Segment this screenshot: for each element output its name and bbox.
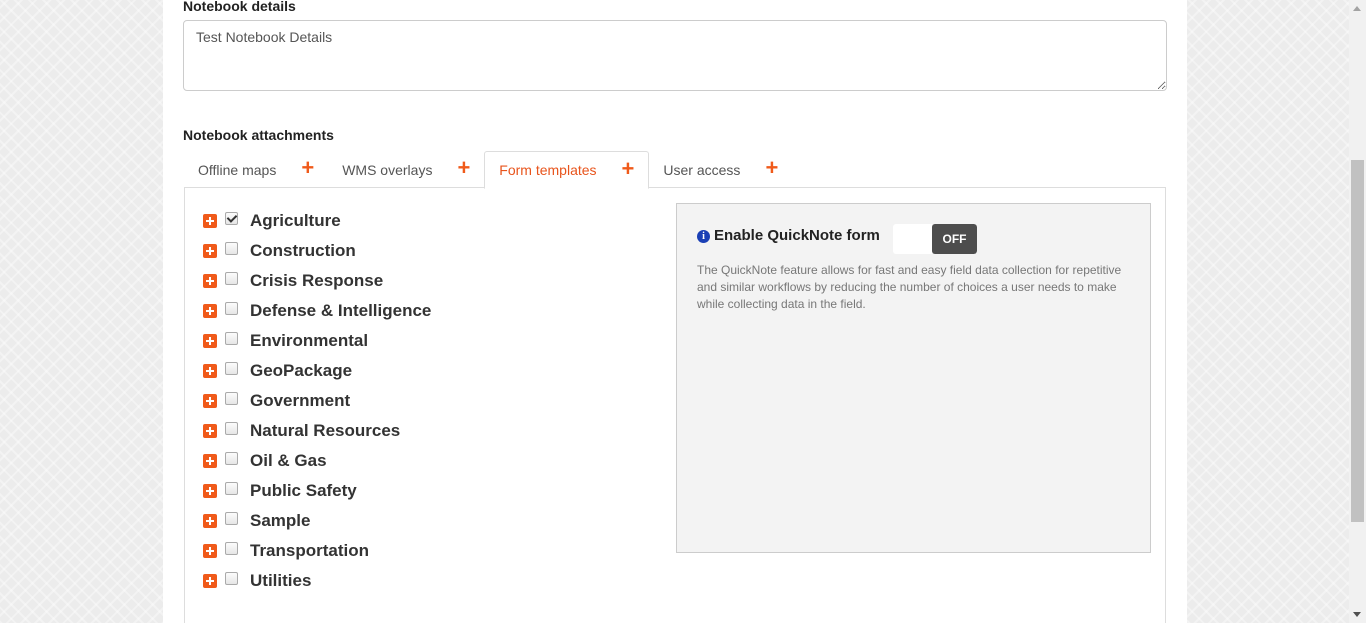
expand-plus-icon[interactable] xyxy=(203,274,217,288)
list-item: Agriculture xyxy=(203,206,431,236)
template-label: Natural Resources xyxy=(250,421,401,440)
tab-offline-maps[interactable]: Offline maps + xyxy=(184,151,328,188)
tab-offline-maps-label: Offline maps xyxy=(198,161,277,178)
list-item: Crisis Response xyxy=(203,266,431,296)
template-checkbox[interactable] xyxy=(225,332,238,345)
list-item: Defense & Intelligence xyxy=(203,296,431,326)
template-checkbox[interactable] xyxy=(225,362,238,375)
template-checkbox[interactable] xyxy=(225,542,238,555)
list-item: Sample xyxy=(203,506,431,536)
expand-plus-icon[interactable] xyxy=(203,364,217,378)
template-checkbox[interactable] xyxy=(225,212,238,225)
list-item: Utilities xyxy=(203,566,431,596)
template-label: Public Safety xyxy=(250,481,357,500)
template-label: Oil & Gas xyxy=(250,451,327,470)
quicknote-box: i Enable QuickNote form OFF The QuickNot… xyxy=(676,203,1151,553)
template-checkbox[interactable] xyxy=(225,422,238,435)
template-checkbox[interactable] xyxy=(225,392,238,405)
template-label: Environmental xyxy=(250,331,369,350)
add-offline-map-plus-icon[interactable]: + xyxy=(301,157,314,179)
tab-wms-overlays[interactable]: WMS overlays + xyxy=(328,151,484,188)
expand-plus-icon[interactable] xyxy=(203,574,217,588)
info-icon: i xyxy=(697,230,710,243)
main-content: Notebook details Test Notebook Details N… xyxy=(163,0,1187,623)
scroll-thumb[interactable] xyxy=(1351,160,1364,522)
expand-plus-icon[interactable] xyxy=(203,304,217,318)
scroll-up-arrow-icon[interactable] xyxy=(1353,6,1361,11)
template-label: Construction xyxy=(250,241,356,260)
expand-plus-icon[interactable] xyxy=(203,484,217,498)
template-label: Defense & Intelligence xyxy=(250,301,432,320)
template-label: Sample xyxy=(250,511,311,530)
list-item: Construction xyxy=(203,236,431,266)
template-label: Transportation xyxy=(250,541,370,560)
template-checkbox[interactable] xyxy=(225,572,238,585)
expand-plus-icon[interactable] xyxy=(203,454,217,468)
add-wms-overlay-plus-icon[interactable]: + xyxy=(457,157,470,179)
list-item: Transportation xyxy=(203,536,431,566)
list-item: Public Safety xyxy=(203,476,431,506)
expand-plus-icon[interactable] xyxy=(203,244,217,258)
page-scrollbar[interactable] xyxy=(1349,0,1366,623)
template-checkbox[interactable] xyxy=(225,452,238,465)
scroll-down-arrow-icon[interactable] xyxy=(1353,612,1361,617)
quicknote-description: The QuickNote feature allows for fast an… xyxy=(697,263,1122,311)
list-item: Government xyxy=(203,386,431,416)
template-checkbox[interactable] xyxy=(225,482,238,495)
add-form-template-plus-icon[interactable]: + xyxy=(622,157,635,180)
expand-plus-icon[interactable] xyxy=(203,514,217,528)
template-checkbox[interactable] xyxy=(225,242,238,255)
template-label: Government xyxy=(250,391,351,410)
template-label: Agriculture xyxy=(250,211,341,230)
expand-plus-icon[interactable] xyxy=(203,214,217,228)
tab-wms-overlays-label: WMS overlays xyxy=(342,161,433,178)
quicknote-title: Enable QuickNote form xyxy=(714,227,880,244)
form-templates-panel: Agriculture Construction Crisis Response… xyxy=(184,187,1166,623)
toggle-off-label: OFF xyxy=(932,224,977,254)
toggle-track xyxy=(893,224,932,254)
quicknote-toggle[interactable]: OFF xyxy=(893,224,977,254)
template-label: Utilities xyxy=(250,571,312,590)
list-item: Natural Resources xyxy=(203,416,431,446)
template-list: Agriculture Construction Crisis Response… xyxy=(203,206,431,596)
list-item: Oil & Gas xyxy=(203,446,431,476)
attachments-tabs: Offline maps + WMS overlays + Form templ… xyxy=(184,151,792,189)
expand-plus-icon[interactable] xyxy=(203,394,217,408)
template-checkbox[interactable] xyxy=(225,272,238,285)
tab-form-templates[interactable]: Form templates + xyxy=(484,151,650,189)
list-item: Environmental xyxy=(203,326,431,356)
template-checkbox[interactable] xyxy=(225,302,238,315)
template-label: GeoPackage xyxy=(250,361,353,380)
notebook-details-label: Notebook details xyxy=(183,0,296,14)
notebook-details-textarea[interactable]: Test Notebook Details xyxy=(183,20,1167,91)
notebook-attachments-label: Notebook attachments xyxy=(183,127,334,143)
add-user-access-plus-icon[interactable]: + xyxy=(765,157,778,179)
expand-plus-icon[interactable] xyxy=(203,544,217,558)
expand-plus-icon[interactable] xyxy=(203,334,217,348)
tab-user-access[interactable]: User access + xyxy=(649,151,792,188)
expand-plus-icon[interactable] xyxy=(203,424,217,438)
template-checkbox[interactable] xyxy=(225,512,238,525)
tab-user-access-label: User access xyxy=(663,161,741,178)
tab-form-templates-label: Form templates xyxy=(499,162,597,178)
template-label: Crisis Response xyxy=(250,271,384,290)
list-item: GeoPackage xyxy=(203,356,431,386)
